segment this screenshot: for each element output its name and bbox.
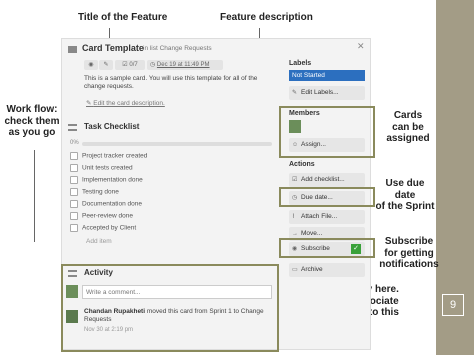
paperclip-icon: ⌇ [292, 214, 295, 220]
cards-line-1: Cards [393, 110, 423, 121]
members-heading: Members [289, 110, 320, 117]
checklist-progress-bar [82, 142, 272, 146]
activity-entry: Chandan Rupakheti moved this card from S… [84, 308, 272, 325]
avatar [66, 285, 78, 298]
workflow-arrow [34, 150, 35, 242]
checklist-title: Task Checklist [84, 122, 140, 131]
checklist-badge-icon: ☑ [122, 62, 128, 68]
due-date-label: Due date... [301, 194, 333, 201]
add-item-link[interactable]: Add item [86, 238, 112, 245]
checkbox[interactable] [70, 188, 78, 196]
activity-time: Nov 30 at 2:19 pm [84, 327, 134, 333]
tag-icon: ✎ [292, 90, 298, 96]
checklist-item[interactable]: Testing done [70, 188, 119, 196]
pencil-icon[interactable]: ✎ [99, 60, 113, 70]
checkbox[interactable] [70, 212, 78, 220]
card-title[interactable]: Card Template [82, 43, 144, 53]
clock-icon: ◷ [292, 195, 298, 201]
checklist-item[interactable]: Peer-review done [70, 212, 133, 220]
slide-number: 9 [442, 294, 464, 316]
checklist-icon: ☑ [292, 177, 298, 183]
eye-icon[interactable]: ◉ [84, 60, 98, 70]
cards-line-2: can be [392, 121, 424, 133]
comment-input[interactable] [82, 285, 272, 299]
due-date-button[interactable]: ◷ Due date... [289, 191, 365, 205]
due-badge[interactable]: ◷ Dec 19 at 11:49 PM [147, 60, 223, 70]
subscribe-line-3: notifications [379, 259, 439, 270]
archive-icon: ▭ [292, 267, 298, 273]
workflow-line-2: check them [4, 115, 60, 127]
checkbox[interactable] [70, 224, 78, 232]
checkbox[interactable] [70, 176, 78, 184]
checklist-item-label: Peer-review done [82, 212, 133, 220]
checklist-percent: 0% [70, 140, 79, 146]
pencil-icon: ✎ [86, 100, 92, 107]
callout-workflow: Work flow: check them as you go [2, 104, 62, 139]
checklist-badge-count: 0/7 [129, 62, 138, 68]
checklist-item-label: Accepted by Client [82, 224, 137, 232]
due-badge-text: Dec 19 at 11:49 PM [156, 62, 210, 68]
checklist-item-label: Unit tests created [82, 164, 133, 172]
avatar[interactable] [289, 120, 301, 133]
slide-side-bar: 9 [436, 0, 474, 355]
checkbox[interactable] [70, 200, 78, 208]
edit-labels-button[interactable]: ✎ Edit Labels... [289, 86, 365, 100]
checkbox[interactable] [70, 164, 78, 172]
workflow-line-3: as you go [8, 127, 56, 138]
workflow-line-1: Work flow: [6, 104, 58, 115]
checklist-item-label: Implementation done [82, 176, 143, 184]
add-checklist-button[interactable]: ☑ Add checklist... [289, 173, 365, 187]
close-icon[interactable]: ✕ [357, 41, 365, 52]
assign-button[interactable]: ☺ Assign... [289, 138, 365, 152]
assign-label: Assign... [301, 141, 326, 148]
checklist-badge: ☑ 0/7 [115, 60, 145, 70]
checkbox[interactable] [70, 152, 78, 160]
edit-description-link[interactable]: ✎ Edit the card description. [86, 99, 165, 107]
subscribe-line-1: Subscribe [384, 236, 434, 247]
checklist-item[interactable]: Accepted by Client [70, 224, 136, 232]
subscribe-button[interactable]: ◉ Subscribe ✓ [289, 242, 365, 256]
checklist-icon [68, 124, 77, 131]
activity-author[interactable]: Chandan Rupakheti [84, 308, 145, 315]
avatar [66, 310, 78, 323]
checklist-item[interactable]: Project tracker created [70, 152, 147, 160]
archive-label: Archive [301, 266, 323, 273]
callout-subscribe: Subscribe for getting notifications [378, 236, 440, 271]
due-line-2: date [394, 189, 416, 201]
callout-cards: Cards can be assigned [384, 110, 432, 145]
checklist-item-label: Project tracker created [82, 152, 148, 160]
eye-icon: ◉ [292, 246, 298, 252]
actions-heading: Actions [289, 161, 315, 168]
checklist-item[interactable]: Implementation done [70, 176, 143, 184]
checklist-item-label: Documentation done [82, 200, 142, 208]
checklist-item-label: Testing done [82, 188, 119, 196]
attach-file-button[interactable]: ⌇ Attach File... [289, 210, 365, 224]
attach-file-label: Attach File... [301, 213, 338, 220]
labels-heading: Labels [289, 60, 312, 67]
callout-due: Use due date of the Sprint [372, 178, 438, 213]
subscribe-line-2: for getting [384, 247, 434, 259]
move-label: Move... [301, 230, 323, 237]
callout-feature-description: Feature description [220, 12, 313, 23]
cards-line-3: assigned [386, 133, 430, 144]
due-line-1: Use due [385, 178, 425, 189]
card-icon [68, 46, 77, 53]
activity-title: Activity [84, 268, 113, 277]
due-line-3: of the Sprint [375, 201, 435, 212]
checklist-item[interactable]: Documentation done [70, 200, 142, 208]
edit-description-text: Edit the card description. [93, 100, 165, 107]
card-list-name[interactable]: in list Change Requests [143, 45, 212, 52]
edit-labels-label: Edit Labels... [301, 89, 339, 96]
card-description: This is a sample card. You will use this… [84, 75, 258, 91]
checklist-item[interactable]: Unit tests created [70, 164, 133, 172]
label-not-started[interactable]: Not Started [289, 70, 365, 81]
user-icon: ☺ [292, 142, 299, 148]
add-checklist-label: Add checklist... [301, 176, 345, 183]
callout-title-feature: Title of the Feature [78, 12, 168, 23]
archive-button[interactable]: ▭ Archive [289, 263, 365, 277]
activity-icon [68, 270, 77, 277]
checkmark-icon: ✓ [351, 244, 361, 254]
clock-icon: ◷ [150, 62, 156, 68]
subscribe-label: Subscribe [301, 245, 330, 252]
